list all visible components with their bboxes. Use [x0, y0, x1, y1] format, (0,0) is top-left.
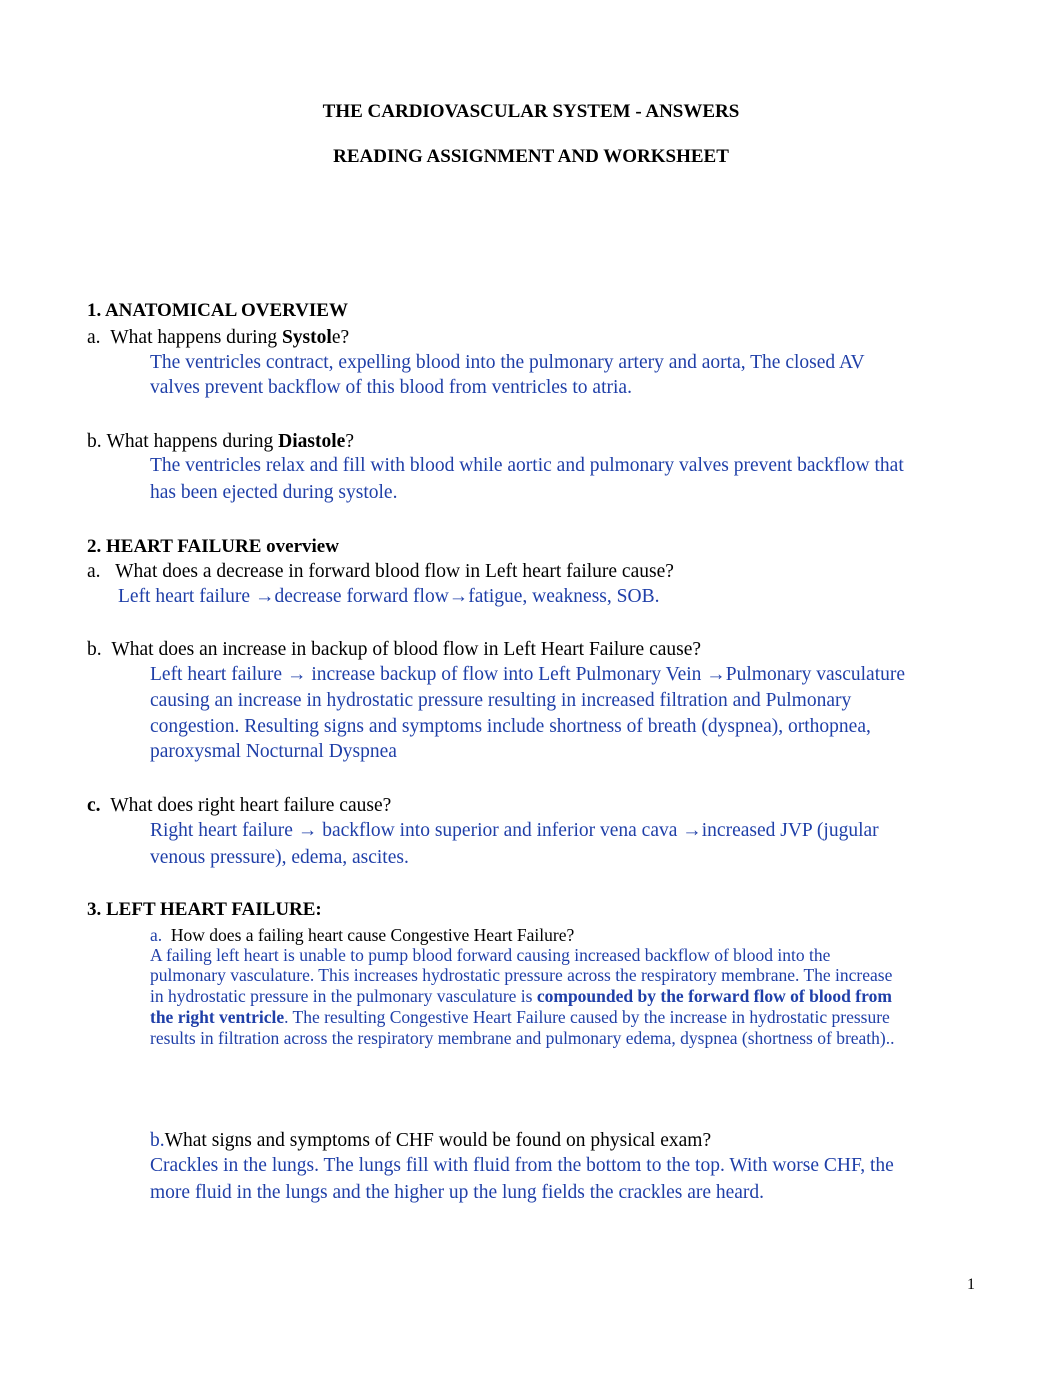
- question-bold-term: Systol: [281, 327, 332, 348]
- answer-2a-line-1: Left heart failure →decrease forward flo…: [118, 586, 660, 607]
- question-bold-term: Diastole: [278, 431, 346, 452]
- answer-3b-line-2: more fluid in the lungs and the higher u…: [150, 1182, 765, 1203]
- question-text: What does right heart failure cause?: [110, 795, 392, 816]
- answer-2b-line-2: causing an increase in hydrostatic press…: [150, 690, 852, 711]
- answer-1b-line-1: The ventricles relax and fill with blood…: [150, 455, 904, 476]
- answer-3a-line-5: results in filtration across the respira…: [150, 1028, 895, 1048]
- question-2b: b. What does an increase in backup of bl…: [87, 639, 701, 661]
- answer-1a-line-1: The ventricles contract, expelling blood…: [150, 352, 865, 373]
- answer-emphasis: the right ventricle: [150, 1007, 285, 1027]
- question-text-end: ?: [345, 431, 354, 452]
- question-label: b.: [150, 1130, 165, 1151]
- answer-3a-line-3: in hydrostatic pressure in the pulmonary…: [150, 986, 892, 1007]
- question-text: What signs and symptoms of CHF would be …: [164, 1130, 712, 1151]
- answer-3a-line-1: A failing left heart is unable to pump b…: [150, 945, 831, 965]
- question-label: c.: [87, 795, 101, 816]
- answer-2c-line-1: Right heart failure → backflow into supe…: [150, 820, 879, 841]
- section-heading-heart-failure: 2. HEART FAILURE overview: [87, 536, 339, 558]
- question-text: What happens during: [106, 431, 279, 452]
- answer-emphasis: compounded by the forward flow of blood …: [536, 986, 892, 1006]
- answer-3a-line-2: pulmonary vasculature. This increases hy…: [150, 965, 893, 985]
- question-label: a.: [87, 561, 101, 582]
- question-3a: a. How does a failing heart cause Conges…: [150, 925, 574, 946]
- answer-text: . The resulting Congestive Heart Failure…: [284, 1007, 890, 1027]
- question-2a: a. What does a decrease in forward blood…: [87, 561, 674, 583]
- question-label: b.: [87, 431, 102, 452]
- question-1b: b. What happens during Diastole?: [87, 431, 354, 453]
- section-heading-rest: overview: [261, 536, 339, 557]
- answer-1a-line-2: valves prevent backflow of this blood fr…: [150, 377, 632, 398]
- answer-3b-line-1: Crackles in the lungs. The lungs fill wi…: [150, 1155, 894, 1176]
- section-heading-left-heart-failure: 3. LEFT HEART FAILURE:: [87, 899, 322, 920]
- section-heading-anatomical-overview: 1. ANATOMICAL OVERVIEW: [87, 300, 348, 321]
- answer-text: in hydrostatic pressure in the pulmonary…: [150, 986, 537, 1006]
- question-3b: b.What signs and symptoms of CHF would b…: [150, 1130, 711, 1152]
- document-title: THE CARDIOVASCULAR SYSTEM - ANSWERS: [322, 101, 740, 122]
- question-text: How does a failing heart cause Congestiv…: [170, 925, 575, 945]
- answer-1b-line-2: has been ejected during systole.: [150, 482, 398, 503]
- question-text: What does an increase in backup of blood…: [111, 639, 702, 660]
- answer-2b-line-3: congestion. Resulting signs and symptoms…: [150, 716, 871, 737]
- document-subtitle: READING ASSIGNMENT AND WORKSHEET: [333, 146, 729, 167]
- answer-2b-line-4: paroxysmal Nocturnal Dyspnea: [150, 741, 397, 762]
- answer-2b-line-1: Left heart failure → increase backup of …: [150, 664, 906, 685]
- question-label: b.: [87, 639, 102, 660]
- answer-3a-line-4: the right ventricle. The resulting Conge…: [150, 1007, 890, 1028]
- section-heading-bold: 2. HEART FAILURE: [87, 536, 262, 557]
- question-1a: a. What happens during Systole?: [87, 327, 349, 349]
- question-text: What happens during: [110, 327, 282, 348]
- question-text-end: e?: [331, 327, 350, 348]
- question-text: What does a decrease in forward blood fl…: [115, 561, 674, 582]
- answer-2c-line-2: venous pressure), edema, ascites.: [150, 847, 409, 868]
- question-2c: c. What does right heart failure cause?: [87, 795, 391, 817]
- question-label: a.: [150, 925, 163, 945]
- question-label: a.: [87, 327, 101, 348]
- page-number: 1: [967, 1276, 975, 1293]
